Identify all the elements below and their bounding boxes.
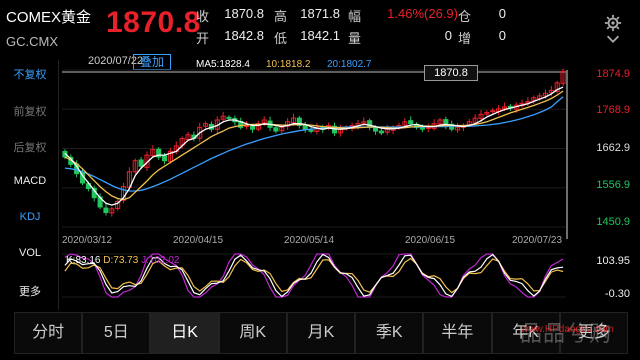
quote-value: 1842.8 bbox=[224, 28, 264, 43]
tab-daily-k[interactable]: 日K bbox=[150, 312, 219, 354]
kdj-j-value: J:102.02 bbox=[141, 255, 180, 266]
kdj-legend: K:83.16 D:73.73 J:102.02 bbox=[66, 255, 179, 266]
quote-label: 高 bbox=[274, 9, 288, 24]
quote-label: 量 bbox=[348, 31, 362, 46]
kline-chart[interactable] bbox=[58, 52, 640, 310]
candle-body bbox=[308, 129, 314, 132]
quote-label: 增 bbox=[458, 31, 472, 46]
tab-intraday[interactable]: 分时 bbox=[14, 312, 83, 354]
kdj-d-value: D:73.73 bbox=[103, 255, 139, 266]
quote-label: 幅 bbox=[348, 9, 362, 24]
quote-value: 0 bbox=[498, 6, 506, 21]
x-axis-label: 2020/05/14 bbox=[284, 235, 335, 246]
sidebar-item-vol[interactable]: VOL bbox=[4, 247, 56, 259]
candle-body bbox=[378, 130, 384, 134]
sidebar-item-forward-adjust[interactable]: 前复权 bbox=[4, 103, 56, 119]
candle-body bbox=[273, 127, 279, 132]
quote-label: 开 bbox=[196, 31, 210, 46]
x-axis-label: 2020/04/15 bbox=[173, 235, 224, 246]
ma20-line bbox=[64, 96, 564, 192]
candle-body bbox=[162, 155, 168, 162]
current-price-flag: 1870.8 bbox=[424, 65, 478, 81]
quote-value: 0 bbox=[444, 28, 452, 43]
quote-value: 1870.8 bbox=[224, 6, 264, 21]
quote-value: 1871.8 bbox=[300, 6, 340, 21]
candle-body bbox=[226, 116, 232, 119]
y-axis-label: 1450.9 bbox=[596, 216, 630, 228]
candle-body bbox=[103, 207, 109, 214]
chevron-down-icon[interactable] bbox=[604, 32, 622, 46]
x-axis-label: 2020/03/12 bbox=[62, 235, 113, 246]
tab-weekly-k[interactable]: 周K bbox=[218, 312, 287, 354]
tab-5day[interactable]: 5日 bbox=[82, 312, 151, 354]
candle-body bbox=[138, 159, 144, 167]
sidebar-item-kdj[interactable]: KDJ bbox=[4, 211, 56, 223]
sidebar-item-more[interactable]: 更多 bbox=[4, 283, 56, 299]
sidebar-item-backward-adjust[interactable]: 后复权 bbox=[4, 139, 56, 155]
quote-label: 低 bbox=[274, 31, 288, 46]
x-axis-label: 2020/07/23 bbox=[512, 235, 563, 246]
y-axis-label: 1556.9 bbox=[596, 179, 630, 191]
instrument-code: GC.CMX bbox=[6, 34, 58, 49]
x-axis-label: 2020/06/15 bbox=[405, 235, 456, 246]
quote-label: 收 bbox=[196, 9, 210, 24]
quote-value: 0 bbox=[498, 28, 506, 43]
tab-quarterly-k[interactable]: 季K bbox=[355, 312, 424, 354]
candle-body bbox=[372, 127, 379, 132]
y-axis-label: 1662.9 bbox=[596, 142, 630, 154]
kdj-y-top: 103.95 bbox=[596, 255, 630, 267]
gear-icon[interactable] bbox=[604, 14, 622, 32]
quote-grid: 收 1870.8 高 1871.8 幅 1.46%(26.9) 仓 0 开 18… bbox=[196, 4, 522, 46]
watermark-url: www.HPdaogou.com bbox=[521, 324, 614, 335]
kdj-y-bottom: -0.30 bbox=[604, 288, 630, 300]
ma10-line bbox=[64, 90, 564, 201]
y-axis-label: 1874.9 bbox=[596, 68, 630, 80]
quote-label: 仓 bbox=[458, 9, 472, 24]
quote-value: 1.46%(26.9) bbox=[387, 6, 458, 21]
instrument-name: COMEX黄金 bbox=[6, 9, 92, 26]
sidebar-item-no-adjust[interactable]: 不复权 bbox=[4, 66, 56, 82]
tab-half-year[interactable]: 半年 bbox=[423, 312, 492, 354]
candle-body bbox=[244, 125, 250, 128]
candle-body bbox=[249, 125, 256, 130]
kdj-k-value: K:83.16 bbox=[66, 255, 101, 266]
candle-body bbox=[408, 120, 414, 125]
last-price: 1870.8 bbox=[106, 6, 201, 39]
quote-value: 1842.1 bbox=[300, 28, 340, 43]
y-axis-label: 1768.9 bbox=[596, 104, 630, 116]
candle-body bbox=[490, 110, 496, 113]
sidebar-item-macd[interactable]: MACD bbox=[4, 175, 56, 187]
tab-monthly-k[interactable]: 月K bbox=[286, 312, 356, 354]
